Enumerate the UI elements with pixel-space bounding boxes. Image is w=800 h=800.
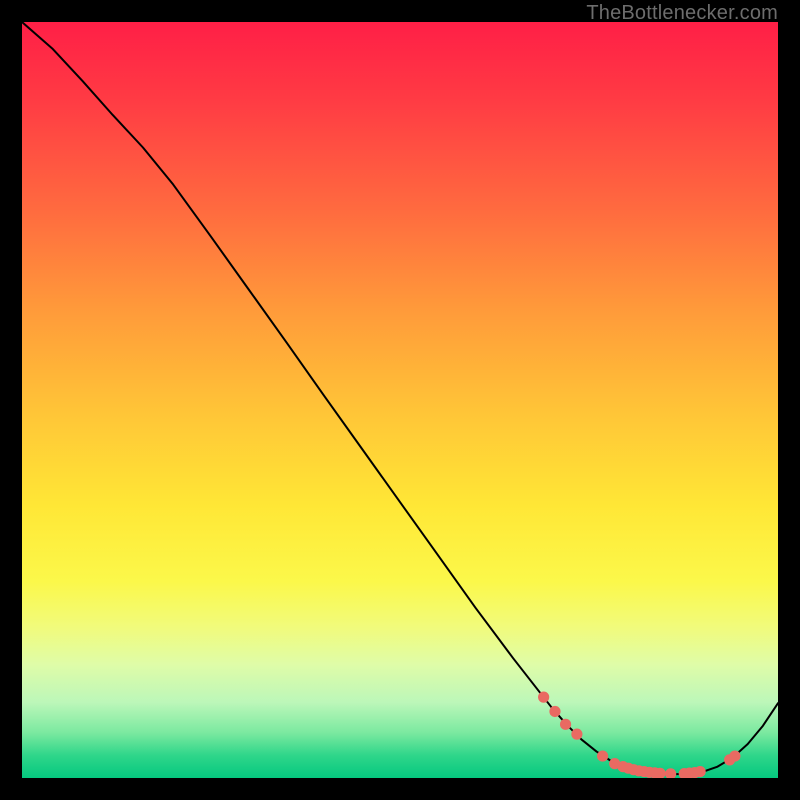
chart-stage: TheBottlenecker.com [0, 0, 800, 800]
chart-marker [729, 750, 740, 761]
chart-markers [538, 692, 740, 778]
chart-curve [22, 22, 778, 774]
chart-marker [665, 768, 676, 778]
chart-marker [695, 766, 706, 777]
chart-plot-area [22, 22, 778, 778]
chart-marker [549, 706, 560, 717]
chart-marker [538, 692, 549, 703]
chart-marker [560, 719, 571, 730]
chart-marker [571, 729, 582, 740]
chart-svg [22, 22, 778, 778]
chart-marker [597, 750, 608, 761]
